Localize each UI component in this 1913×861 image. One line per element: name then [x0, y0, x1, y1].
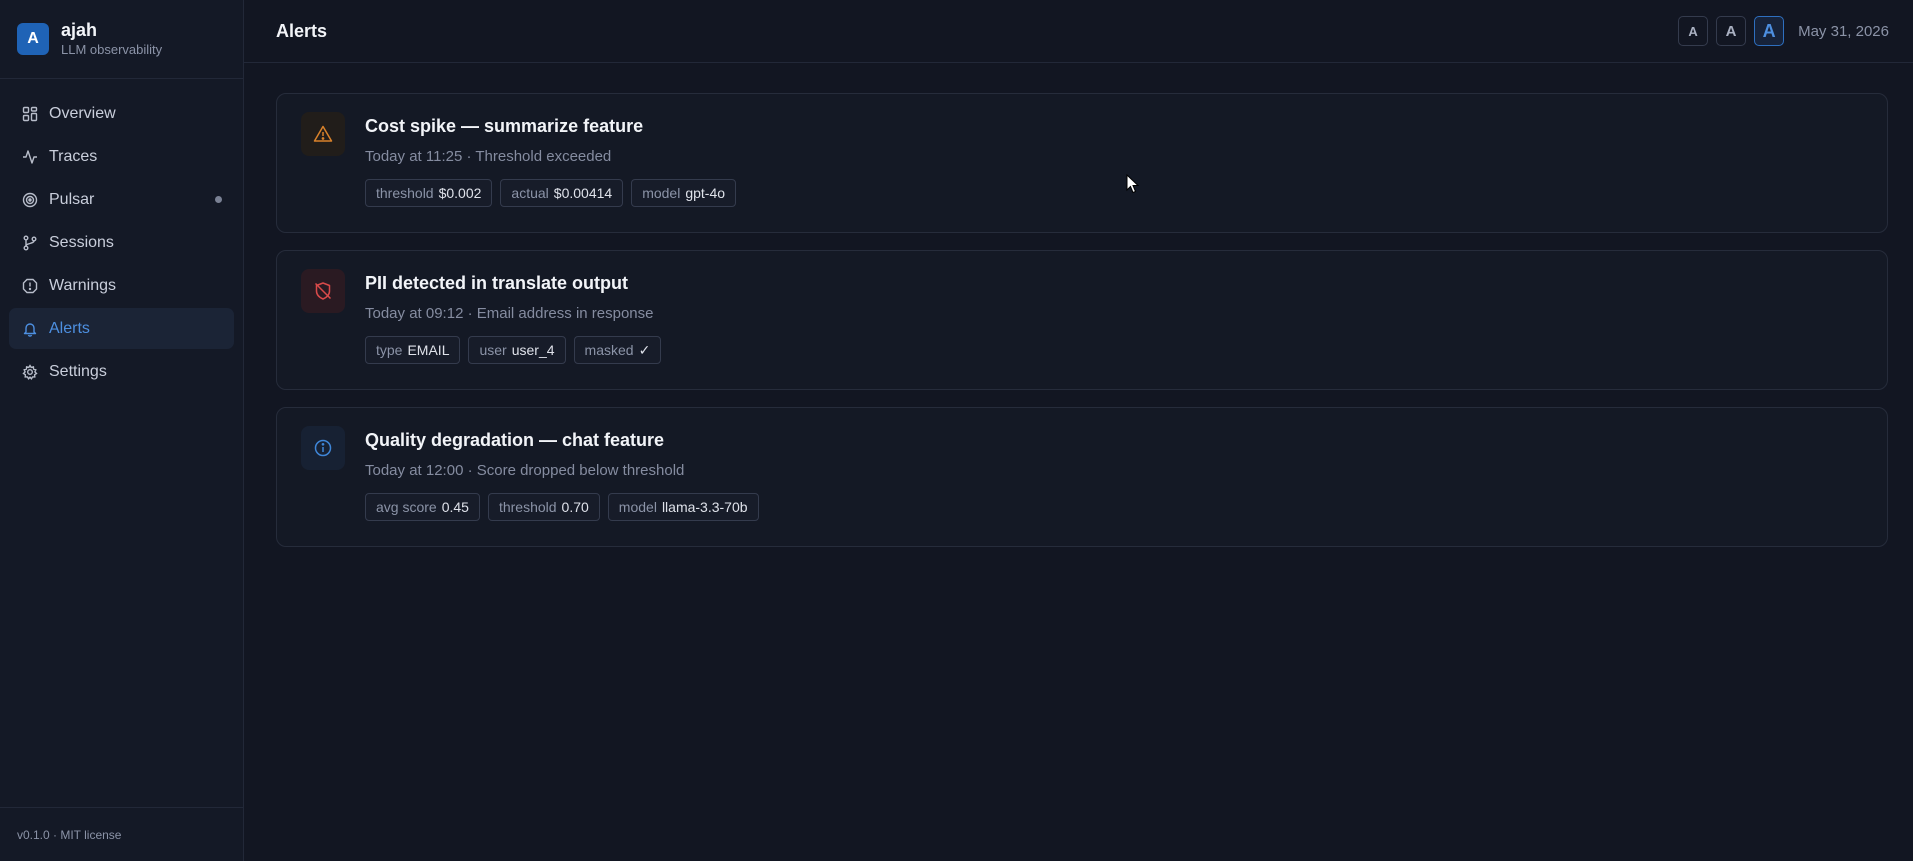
font-size-medium-button[interactable]: A [1716, 16, 1747, 46]
bell-icon [22, 321, 38, 337]
alert-card[interactable]: Quality degradation — chat feature Today… [276, 407, 1888, 547]
tag-key: type [376, 342, 403, 358]
sidebar-item-warnings[interactable]: Warnings [9, 265, 234, 306]
alert-title: PII detected in translate output [365, 273, 629, 293]
sidebar-item-overview[interactable]: Overview [9, 93, 234, 134]
alert-title: Quality degradation — chat feature [365, 430, 665, 450]
main-panel: Alerts A A A May 31, 2026 Cost spike — s… [244, 0, 1913, 861]
tag-key: threshold [376, 185, 434, 201]
tag-value: $0.00414 [553, 185, 613, 201]
git-branch-icon [22, 235, 38, 251]
status-dot [215, 196, 222, 203]
grid-icon [22, 106, 38, 122]
brand: A ajah LLM observability [0, 0, 243, 79]
tag-key: user [479, 342, 507, 358]
sidebar-nav: Overview Traces Pulsar Sessions Warnings… [0, 79, 243, 408]
tag-actual: actual $0.00414 [500, 179, 624, 207]
info-icon [301, 426, 345, 470]
current-date: May 31, 2026 [1798, 22, 1889, 40]
tag-type: type EMAIL [365, 336, 461, 364]
brand-logo: A [17, 23, 49, 55]
alert-meta: Today at 09:12 · Email address in respon… [365, 305, 654, 322]
sidebar-item-alerts[interactable]: Alerts [9, 308, 234, 349]
sidebar-item-label: Sessions [49, 233, 114, 251]
sidebar-item-label: Pulsar [49, 190, 95, 208]
font-size-large-button[interactable]: A [1754, 16, 1785, 46]
tag-avg-score: avg score 0.45 [365, 493, 480, 521]
alerts-list: Cost spike — summarize feature Today at … [244, 63, 1913, 564]
app-root: A ajah LLM observability Overview Traces [0, 0, 1913, 861]
tag-model: model llama-3.3-70b [607, 493, 759, 521]
alert-tags: type EMAIL user user_4 masked ✓ [365, 336, 669, 364]
tag-value: $0.002 [438, 185, 482, 201]
sidebar-item-settings[interactable]: Settings [9, 351, 234, 392]
alert-meta: Today at 12:00 · Score dropped below thr… [365, 462, 685, 479]
sidebar-item-label: Warnings [49, 276, 116, 294]
brand-name: ajah [61, 20, 98, 40]
tag-value: 0.45 [441, 499, 469, 515]
sidebar-item-label: Alerts [49, 319, 90, 337]
tag-value: gpt-4o [685, 185, 726, 201]
tag-model: model gpt-4o [631, 179, 737, 207]
tag-value: ✓ [638, 341, 651, 358]
sidebar-item-traces[interactable]: Traces [9, 136, 234, 177]
page-title: Alerts [276, 20, 328, 41]
top-bar: Alerts A A A May 31, 2026 [244, 0, 1913, 63]
gear-icon [22, 363, 38, 380]
sidebar-item-sessions[interactable]: Sessions [9, 222, 234, 263]
tag-user: user user_4 [468, 336, 566, 364]
alert-tags: avg score 0.45 threshold 0.70 model llama-3… [365, 493, 767, 521]
tag-key: actual [511, 185, 549, 201]
warning-triangle-icon [301, 112, 345, 156]
tag-threshold: threshold $0.002 [365, 179, 493, 207]
alert-body: Quality degradation — chat feature Today… [365, 426, 767, 528]
mouse-cursor-icon [1126, 173, 1140, 199]
alert-octagon-icon [22, 278, 38, 294]
tag-value: llama-3.3-70b [661, 499, 748, 515]
alert-title: Cost spike — summarize feature [365, 116, 644, 136]
tag-masked: masked ✓ [573, 336, 662, 364]
tag-key: avg score [376, 499, 437, 515]
tag-key: model [618, 499, 657, 515]
alert-meta: Today at 11:25 · Threshold exceeded [365, 148, 612, 165]
alert-card[interactable]: Cost spike — summarize feature Today at … [276, 93, 1888, 233]
alert-body: Cost spike — summarize feature Today at … [365, 112, 744, 214]
tag-value: EMAIL [407, 342, 450, 358]
alert-body: PII detected in translate output Today a… [365, 269, 669, 371]
alert-card[interactable]: PII detected in translate output Today a… [276, 250, 1888, 390]
sidebar: A ajah LLM observability Overview Traces [0, 0, 244, 861]
version-license: v0.1.0 · MIT license [0, 807, 243, 861]
tag-key: masked [584, 342, 634, 358]
tag-value: user_4 [511, 342, 555, 358]
tag-key: model [642, 185, 681, 201]
tag-threshold: threshold 0.70 [487, 493, 600, 521]
sidebar-item-label: Settings [49, 362, 107, 380]
sidebar-item-pulsar[interactable]: Pulsar [9, 179, 234, 220]
tag-key: threshold [498, 499, 557, 515]
radar-icon [22, 192, 38, 208]
tag-value: 0.70 [561, 499, 589, 515]
sidebar-item-label: Traces [49, 147, 98, 165]
shield-off-icon [301, 269, 345, 313]
brand-text: ajah LLM observability [61, 20, 162, 58]
activity-icon [22, 149, 38, 165]
alert-tags: threshold $0.002 actual $0.00414 model gpt-… [365, 179, 744, 207]
font-size-small-button[interactable]: A [1678, 16, 1709, 46]
sidebar-item-label: Overview [49, 104, 116, 122]
brand-subtitle: LLM observability [61, 42, 163, 57]
